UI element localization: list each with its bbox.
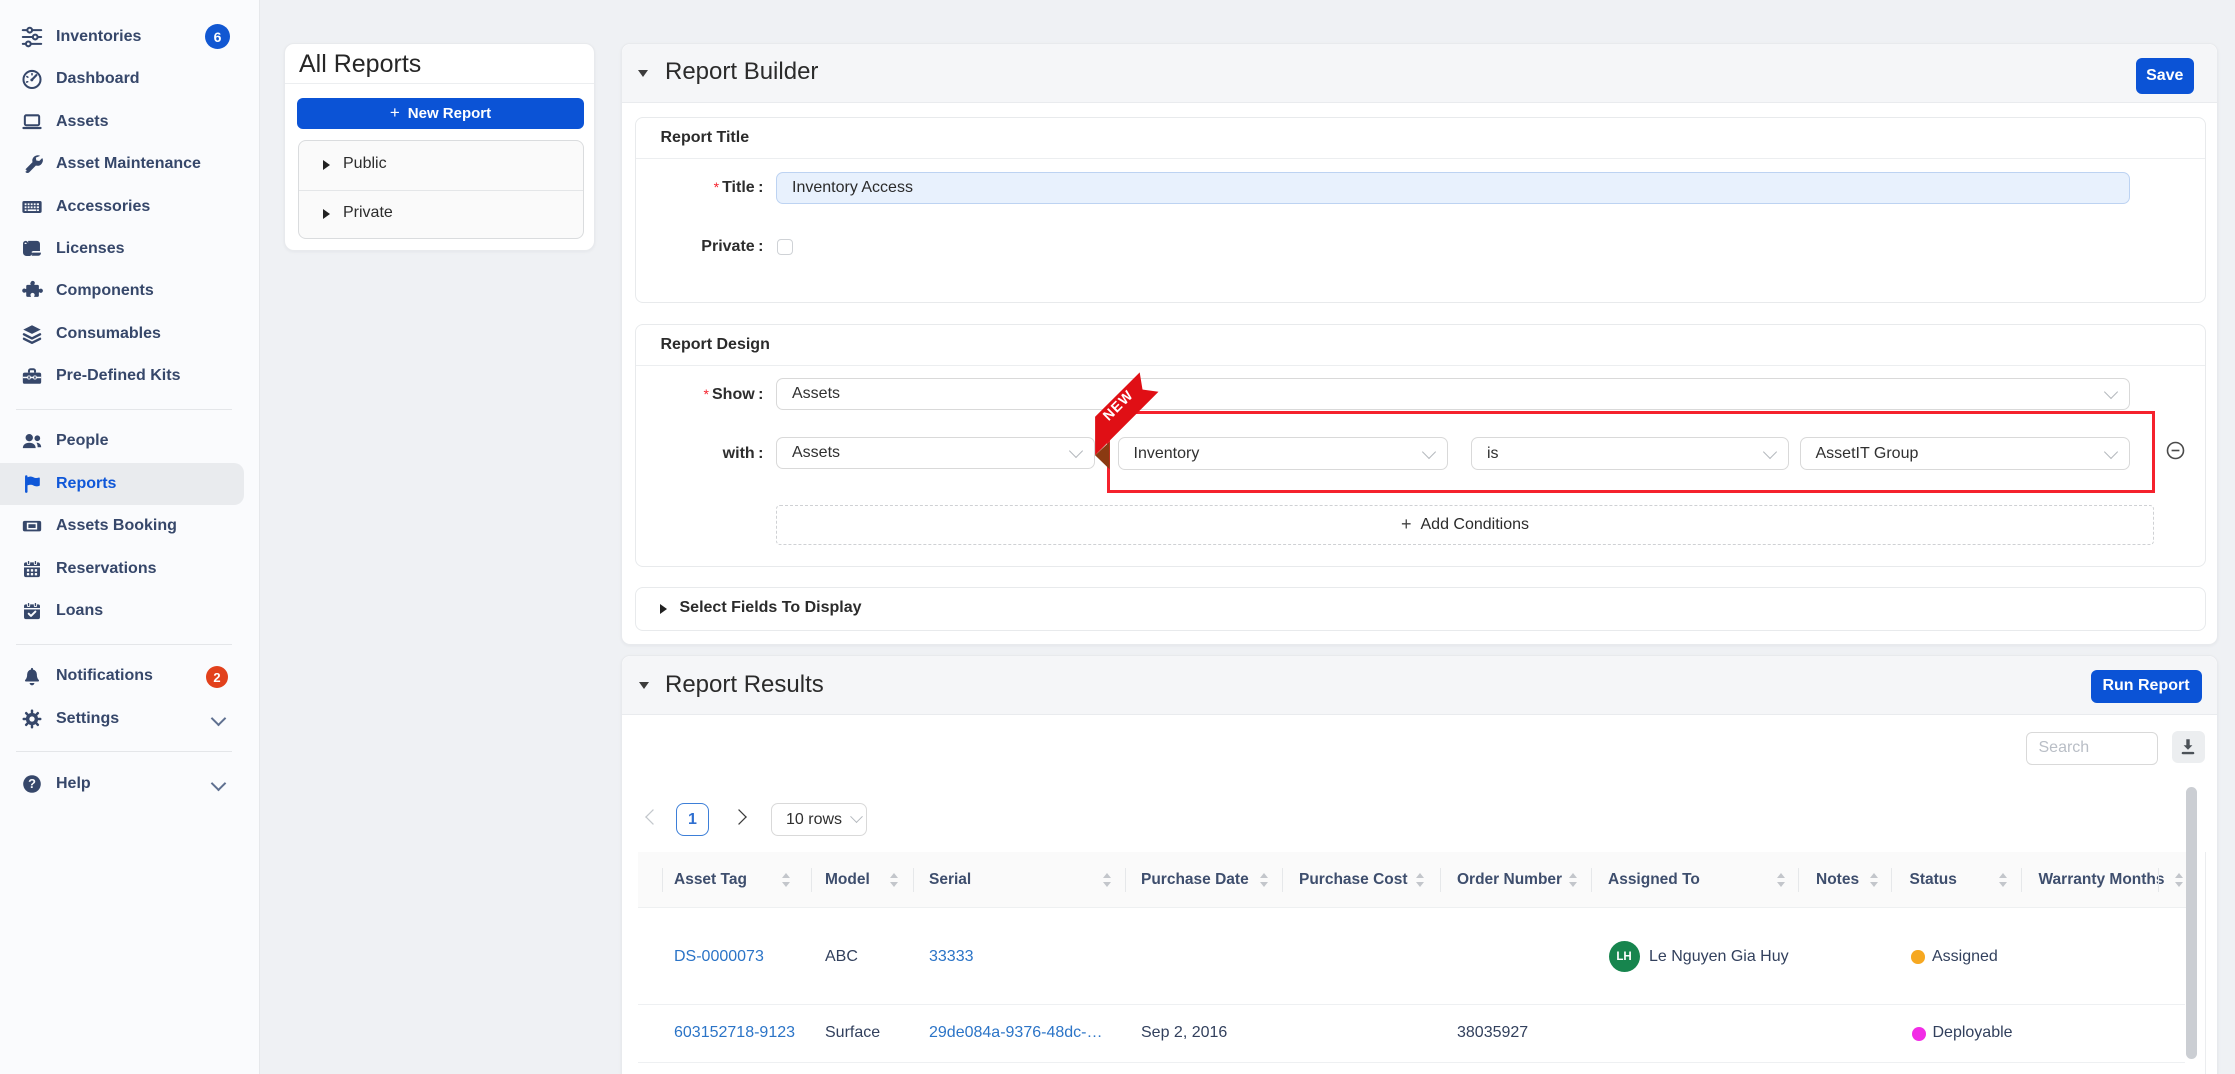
svg-text:?: ? — [28, 776, 36, 791]
